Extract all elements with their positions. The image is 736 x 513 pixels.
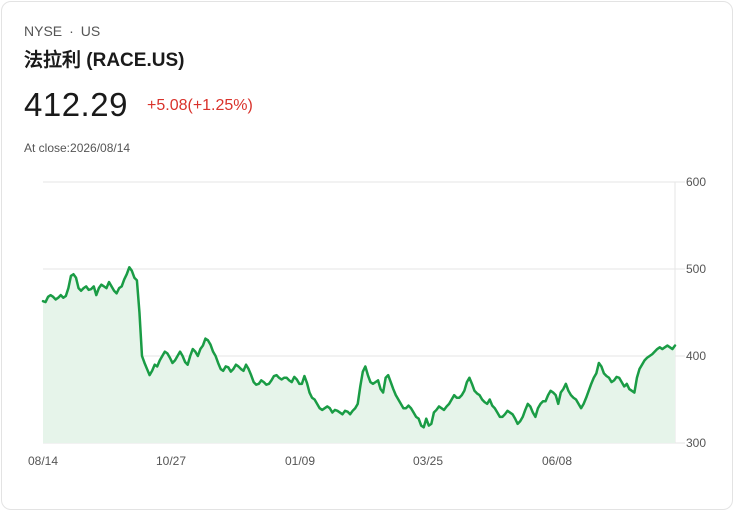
- y-tick-label-400: 400: [686, 349, 706, 363]
- y-tick-label-500: 500: [686, 262, 706, 276]
- x-tick-label-0: 08/14: [28, 454, 58, 468]
- x-tick-label-3: 03/25: [413, 454, 443, 468]
- price-chart: 600 500 400 300 08/14 10/27 01/09 03/25 06/08: [28, 175, 706, 468]
- x-tick-label-1: 10/27: [156, 454, 186, 468]
- y-tick-label-600: 600: [686, 175, 706, 189]
- x-tick-label-4: 06/08: [542, 454, 572, 468]
- y-tick-label-300: 300: [686, 436, 706, 450]
- x-tick-label-2: 01/09: [285, 454, 315, 468]
